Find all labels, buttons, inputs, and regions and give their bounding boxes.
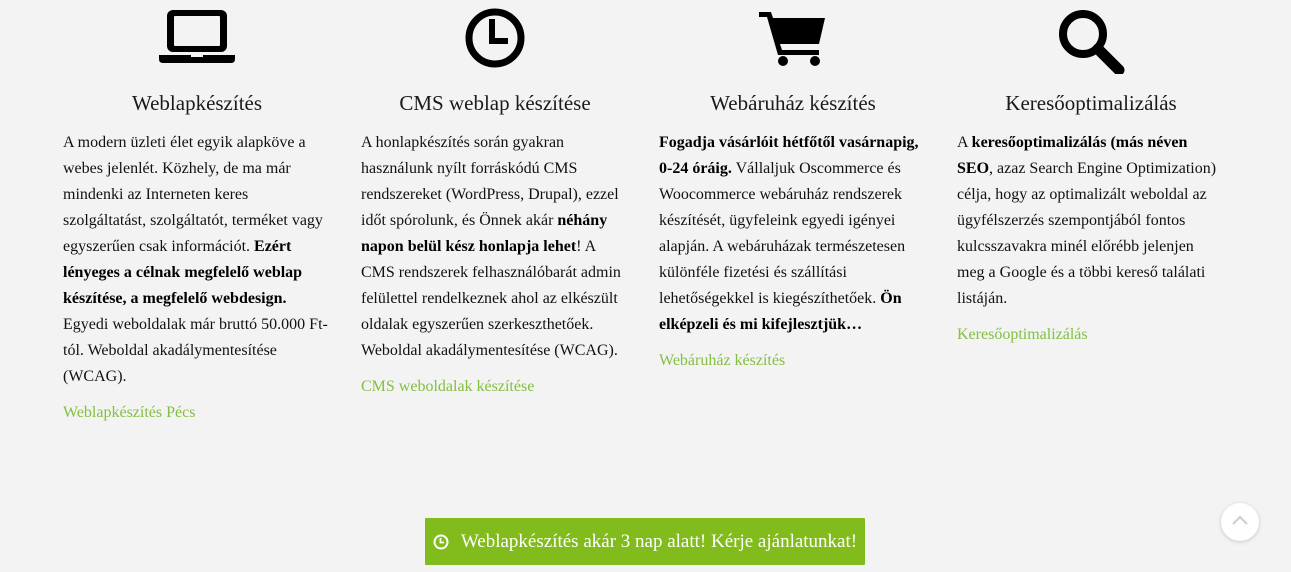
text-segment: A modern üzleti élet egyik alapköve a we… (63, 134, 323, 255)
service-link[interactable]: Weblapkészítés Pécs (63, 400, 331, 426)
clock-icon (433, 534, 449, 550)
service-description: Fogadja vásárlóit hétfőtől vasárnapig, 0… (659, 130, 927, 338)
service-title: CMS weblap készítése (399, 91, 591, 115)
cta-button[interactable]: Weblapkészítés akár 3 nap alatt! Kérje a… (425, 518, 865, 565)
laptop-icon (63, 0, 331, 92)
service-title: Weblapkészítés (131, 91, 263, 115)
service-description: A keresőoptimalizálás (más néven SEO, az… (957, 130, 1225, 312)
service-title: Keresőoptimalizálás (1005, 91, 1177, 115)
shopping-cart-icon (659, 0, 927, 92)
text-segment: Vállaljuk Oscommerce és Woocommerce webá… (659, 160, 906, 307)
service-webaruhaz: Webáruház készítés Fogadja vásárlóit hét… (644, 0, 942, 426)
service-seo: Keresőoptimalizálás A keresőoptimalizálá… (942, 0, 1240, 426)
service-link[interactable]: CMS weboldalak készítése (361, 374, 629, 400)
clock-icon (361, 0, 629, 92)
service-link[interactable]: Webáruház készítés (659, 348, 927, 374)
text-segment: Egyedi weboldalak már bruttó 50.000 Ft-t… (63, 316, 328, 385)
service-cms: CMS weblap készítése A honlapkészítés so… (346, 0, 644, 426)
cta-label: Weblapkészítés akár 3 nap alatt! Kérje a… (460, 530, 858, 552)
text-segment: A (957, 134, 972, 151)
service-description: A modern üzleti élet egyik alapköve a we… (63, 130, 331, 390)
text-segment: , azaz Search Engine Optimization) célja… (957, 160, 1217, 307)
service-description: A honlapkészítés során gyakran használun… (361, 130, 629, 364)
service-title: Webáruház készítés (710, 91, 876, 115)
service-link[interactable]: Keresőoptimalizálás (957, 322, 1225, 348)
scroll-to-top-button[interactable] (1221, 503, 1259, 541)
text-segment: ! A CMS rendszerek felhasználóbarát admi… (361, 238, 621, 359)
services-section: Weblapkészítés A modern üzleti élet egyi… (48, 0, 1240, 426)
service-weblapkeszites: Weblapkészítés A modern üzleti élet egyi… (48, 0, 346, 426)
chevron-up-icon (1231, 513, 1249, 531)
search-icon (957, 0, 1225, 92)
